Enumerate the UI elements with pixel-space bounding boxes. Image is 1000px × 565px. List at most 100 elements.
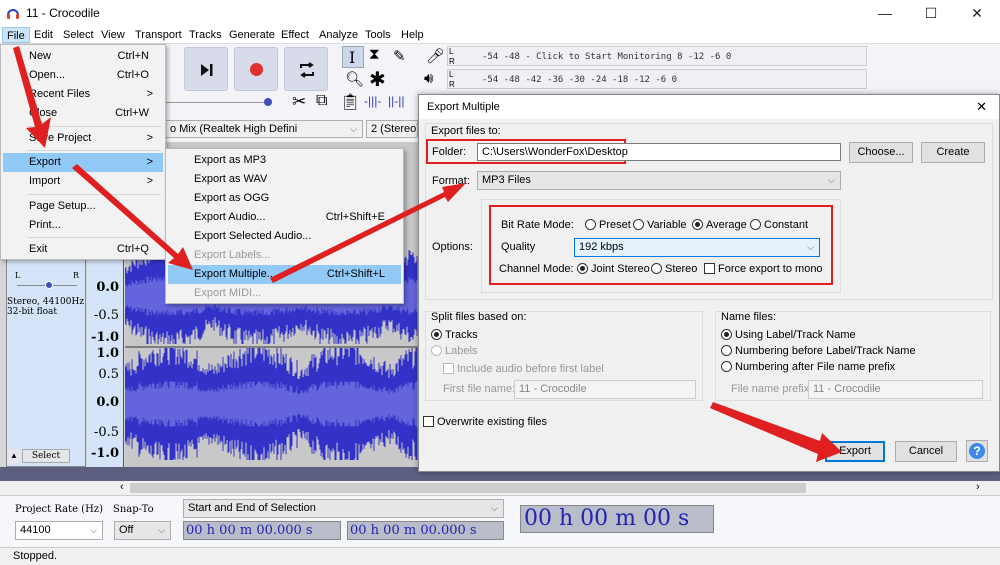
recording-device-select[interactable]: o Mix (Realtek High Defini ⌵	[165, 120, 363, 138]
bitrate-average-radio[interactable]: Average	[692, 219, 747, 231]
menu-item-label: Exit	[29, 243, 48, 255]
audio-position-value: 00 h 00 m 00 s	[524, 506, 690, 531]
split-tracks-radio[interactable]: Tracks	[431, 329, 478, 341]
selection-tool-icon: I	[349, 48, 356, 67]
paste-icon[interactable]: 📋︎	[340, 92, 360, 112]
bitrate-constant-radio[interactable]: Constant	[750, 219, 808, 231]
menu-item-export[interactable]: Export >	[3, 153, 163, 172]
menu-tracks[interactable]: Tracks	[185, 27, 226, 43]
scroll-right-icon[interactable]: ›	[976, 481, 980, 493]
joint-stereo-radio[interactable]: Joint Stereo	[577, 263, 650, 275]
trim-icon[interactable]: -|||-	[364, 94, 381, 108]
selection-mode-select[interactable]: Start and End of Selection ⌵	[183, 499, 504, 518]
menu-analyze[interactable]: Analyze	[315, 27, 362, 43]
menu-item-label: Page Setup...	[29, 200, 96, 212]
menu-item-export-selected-audio[interactable]: Export Selected Audio...	[168, 227, 401, 246]
menu-item-page-setup[interactable]: Page Setup...	[3, 197, 163, 216]
selection-end-time[interactable]: 00 h 00 m 00.000 s	[347, 521, 504, 540]
stereo-radio[interactable]: Stereo	[651, 263, 697, 275]
scale-label: 0.5	[98, 367, 119, 382]
copy-icon[interactable]: ⧉	[316, 92, 327, 110]
menu-item-print[interactable]: Print...	[3, 216, 163, 235]
dialog-close-button[interactable]: ✕	[976, 95, 987, 119]
menu-item-export-multiple[interactable]: Export Multiple... Ctrl+Shift+L	[168, 265, 401, 284]
using-label-track-name-radio[interactable]: Using Label/Track Name	[721, 329, 856, 341]
menu-item-new[interactable]: New Ctrl+N	[3, 47, 163, 66]
menu-edit[interactable]: Edit	[30, 27, 57, 43]
menu-transport[interactable]: Transport	[131, 27, 186, 43]
scrollbar-thumb[interactable]	[130, 483, 806, 493]
selection-tool-button[interactable]: I	[342, 46, 364, 68]
maximize-button[interactable]: ☐	[908, 0, 954, 26]
loop-button[interactable]	[284, 47, 328, 91]
folder-label: Folder:	[432, 146, 467, 158]
speaker-icon[interactable]: 🔊︎	[424, 70, 433, 87]
record-button[interactable]	[234, 47, 278, 91]
checkbox-icon	[443, 363, 454, 374]
export-button[interactable]: Export	[825, 441, 885, 462]
radio-icon	[721, 361, 732, 372]
menu-tools[interactable]: Tools	[361, 27, 395, 43]
recording-channels-select[interactable]: 2 (Stereo) R	[366, 120, 418, 138]
cancel-button[interactable]: Cancel	[895, 441, 957, 462]
menu-view[interactable]: View	[97, 27, 129, 43]
selection-start-time[interactable]: 00 h 00 m 00.000 s	[183, 521, 341, 540]
menu-effect[interactable]: Effect	[277, 27, 313, 43]
slider-thumb[interactable]	[264, 98, 272, 106]
menu-separator	[27, 126, 161, 127]
help-button[interactable]: ?	[966, 440, 988, 462]
create-folder-button[interactable]: Create	[921, 142, 985, 163]
zoom-tool-button[interactable]: 🔍︎	[342, 69, 364, 91]
zoom-tool-icon: 🔍︎	[345, 71, 365, 88]
bitrate-preset-radio[interactable]: Preset	[585, 219, 631, 231]
menu-item-export-ogg[interactable]: Export as OGG	[168, 189, 401, 208]
close-window-button[interactable]: ✕	[954, 0, 1000, 26]
menu-generate[interactable]: Generate	[225, 27, 279, 43]
snap-to-select[interactable]: Off ⌵	[114, 521, 171, 540]
menu-item-recent-files[interactable]: Recent Files >	[3, 85, 163, 104]
choose-folder-button[interactable]: Choose...	[849, 142, 913, 163]
menu-item-exit[interactable]: Exit Ctrl+Q	[3, 240, 163, 259]
menu-item-export-mp3[interactable]: Export as MP3	[168, 151, 401, 170]
scroll-left-icon[interactable]: ‹	[120, 481, 124, 493]
overwrite-checkbox[interactable]: Overwrite existing files	[423, 416, 547, 428]
draw-tool-button[interactable]: ✎	[390, 46, 412, 68]
cut-icon[interactable]: ✂	[292, 92, 306, 112]
menu-item-export-wav[interactable]: Export as WAV	[168, 170, 401, 189]
skip-end-button[interactable]	[184, 47, 228, 91]
menu-item-open[interactable]: Open... Ctrl+O	[3, 66, 163, 85]
folder-input[interactable]: C:\Users\WonderFox\Desktop	[477, 143, 841, 161]
menu-item-close[interactable]: Close Ctrl+W	[3, 104, 163, 123]
minimize-button[interactable]: —	[862, 0, 908, 26]
pan-slider-thumb[interactable]	[45, 281, 53, 289]
menu-item-shortcut: Ctrl+N	[117, 50, 149, 62]
envelope-tool-button[interactable]: ⧗	[366, 46, 388, 68]
playback-speed-slider[interactable]	[165, 102, 270, 103]
split-files-label: Split files based on:	[431, 311, 527, 323]
bitrate-variable-radio[interactable]: Variable	[633, 219, 687, 231]
numbering-before-radio[interactable]: Numbering before Label/Track Name	[721, 345, 916, 357]
record-meter[interactable]: L R -54 -48 - Click to Start Monitoring …	[447, 46, 867, 66]
horizontal-scrollbar[interactable]: ‹ ›	[0, 481, 1000, 495]
skip-end-icon	[201, 64, 213, 76]
project-rate-select[interactable]: 44100 ⌵	[15, 521, 103, 540]
format-select[interactable]: MP3 Files ⌵	[477, 171, 841, 190]
menu-item-import[interactable]: Import >	[3, 172, 163, 191]
numbering-after-radio[interactable]: Numbering after File name prefix	[721, 361, 895, 373]
track-select-button[interactable]: Select	[22, 449, 70, 463]
file-name-prefix-label: File name prefix:	[731, 383, 813, 395]
menu-item-export-audio[interactable]: Export Audio... Ctrl+Shift+E	[168, 208, 401, 227]
audio-position-time[interactable]: 00 h 00 m 00 s	[520, 505, 714, 533]
menu-help[interactable]: Help	[397, 27, 428, 43]
playback-meter[interactable]: L R -54 -48 -42 -36 -30 -24 -18 -12 -6 0	[447, 69, 867, 89]
multi-tool-button[interactable]: ✱	[366, 69, 388, 91]
silence-icon[interactable]: ||-||	[388, 94, 404, 108]
menu-select[interactable]: Select	[59, 27, 98, 43]
quality-select[interactable]: 192 kbps ⌵	[574, 238, 820, 257]
menu-file[interactable]: File	[2, 27, 30, 43]
selection-toolbar: Project Rate (Hz) Snap-To 44100 ⌵ Off ⌵ St…	[0, 495, 1000, 547]
collapse-track-icon[interactable]: ▲	[8, 449, 20, 463]
menu-item-save-project[interactable]: Save Project >	[3, 129, 163, 148]
microphone-icon[interactable]: 🎤︎	[426, 47, 445, 65]
force-mono-checkbox[interactable]: Force export to mono	[704, 263, 823, 275]
